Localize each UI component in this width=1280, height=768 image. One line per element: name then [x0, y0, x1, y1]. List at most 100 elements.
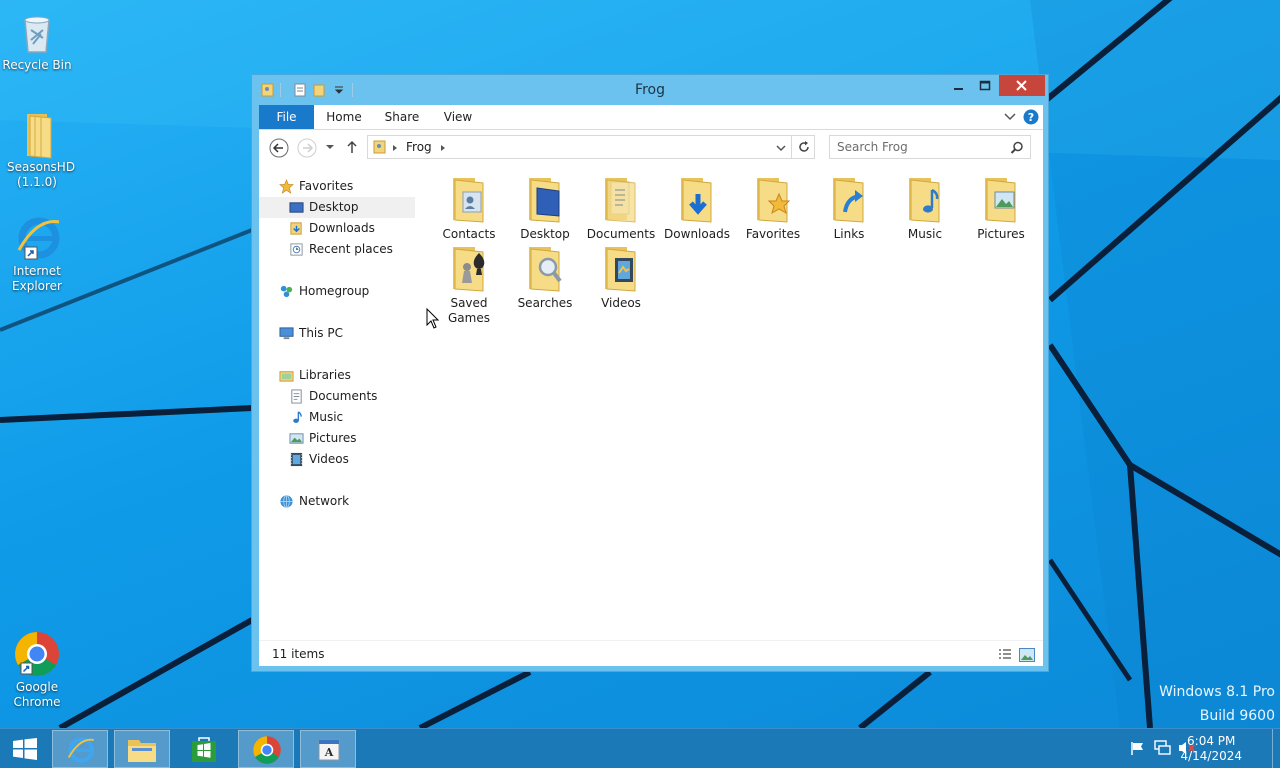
taskbar-google-chrome[interactable]	[238, 730, 294, 768]
desktop-icon-google-chrome[interactable]: Google Chrome	[0, 630, 74, 710]
window-title: Frog	[635, 82, 665, 98]
folder-item-downloads[interactable]: Downloads	[661, 174, 733, 242]
user-folder-icon	[373, 140, 386, 154]
computer-icon	[279, 327, 294, 340]
search-box[interactable]: Search Frog	[829, 135, 1031, 159]
desktop-folder-icon	[521, 174, 569, 224]
desktop-icon	[289, 202, 304, 213]
search-input[interactable]: Search Frog	[837, 140, 908, 154]
store-icon	[192, 737, 216, 762]
item-count: 11 items	[272, 647, 325, 661]
forward-button[interactable]	[297, 138, 317, 158]
large-icons-view-icon[interactable]	[1019, 647, 1035, 663]
windows-edition-watermark: Windows 8.1 Pro	[1159, 684, 1275, 700]
recent-places-icon	[290, 243, 303, 256]
folder-item-links[interactable]: Links	[813, 174, 885, 242]
contacts-folder-icon	[445, 174, 493, 224]
nav-homegroup[interactable]: Homegroup	[279, 281, 415, 302]
up-arrow-icon[interactable]	[345, 139, 359, 155]
desktop-icon-label: Google Chrome	[13, 680, 61, 709]
clock-date: 4/14/2024	[1180, 749, 1242, 763]
folder-item-documents[interactable]: Documents	[585, 174, 657, 242]
show-desktop-button[interactable]	[1272, 729, 1280, 768]
google-chrome-icon	[13, 630, 61, 678]
star-icon	[279, 179, 294, 194]
nav-library-videos[interactable]: Videos	[289, 449, 415, 470]
folder-item-contacts[interactable]: Contacts	[433, 174, 505, 242]
close-button[interactable]	[999, 75, 1045, 96]
breadcrumb-chevron-icon[interactable]	[440, 144, 446, 152]
minimize-button[interactable]	[945, 75, 971, 96]
saved-games-folder-icon	[445, 243, 493, 293]
nav-library-music[interactable]: Music	[289, 407, 415, 428]
maximize-button[interactable]	[971, 75, 999, 96]
taskbar-internet-explorer[interactable]	[52, 730, 108, 768]
nav-library-documents[interactable]: Documents	[289, 386, 415, 407]
libraries-icon	[279, 371, 294, 382]
tab-share[interactable]: Share	[379, 105, 425, 129]
help-icon[interactable]: ?	[1023, 109, 1039, 125]
google-chrome-icon	[253, 736, 281, 764]
desktop-icon-seasonshd[interactable]: SeasonsHD (1.1.0)	[0, 110, 75, 190]
details-view-icon[interactable]	[997, 648, 1013, 662]
navigation-pane: Favorites Desktop Downloads Recent place…	[259, 164, 417, 640]
desktop-icon-recycle-bin[interactable]: Recycle Bin	[0, 8, 74, 73]
address-history-icon[interactable]	[776, 144, 786, 152]
search-icon[interactable]	[1010, 141, 1024, 155]
nav-favorites-downloads[interactable]: Downloads	[289, 218, 415, 239]
minimize-icon	[954, 88, 963, 90]
nav-library-pictures[interactable]: Pictures	[289, 428, 415, 449]
folder-item-saved-games[interactable]: Saved Games	[433, 243, 505, 326]
pictures-folder-icon	[977, 174, 1025, 224]
network-status-icon[interactable]	[1154, 740, 1172, 756]
folder-item-videos[interactable]: Videos	[585, 243, 657, 311]
action-center-flag-icon[interactable]	[1129, 740, 1145, 756]
music-folder-icon	[901, 174, 949, 224]
nav-favorites[interactable]: Favorites	[279, 176, 415, 197]
nav-favorites-recent-places[interactable]: Recent places	[289, 239, 415, 260]
clock-time: 6:04 PM	[1187, 734, 1236, 748]
folder-item-music[interactable]: Music	[889, 174, 961, 242]
taskbar-file-explorer[interactable]	[114, 730, 170, 768]
downloads-icon	[290, 222, 302, 235]
nav-this-pc[interactable]: This PC	[279, 323, 415, 344]
desktop-icon-label: Internet Explorer	[12, 264, 62, 293]
taskbar-wordpad[interactable]: A	[300, 730, 356, 768]
desktop-icon-internet-explorer[interactable]: Internet Explorer	[0, 214, 74, 294]
folder-item-searches[interactable]: Searches	[509, 243, 581, 311]
back-button[interactable]	[269, 138, 289, 158]
folder-item-favorites[interactable]: Favorites	[737, 174, 809, 242]
file-list-view: Contacts Desktop Documents Downloads Fav…	[417, 164, 1043, 640]
refresh-icon	[799, 141, 809, 152]
system-clock[interactable]: 6:04 PM 4/14/2024	[1180, 734, 1242, 764]
folder-icon	[13, 110, 61, 159]
folder-item-desktop[interactable]: Desktop	[509, 174, 581, 242]
title-bar[interactable]: Frog	[252, 75, 1048, 105]
homegroup-icon	[280, 285, 293, 298]
svg-text:A: A	[324, 746, 334, 759]
searches-folder-icon	[521, 243, 569, 293]
recent-locations-icon[interactable]	[325, 143, 335, 151]
expand-ribbon-icon[interactable]	[1003, 111, 1017, 123]
tab-file[interactable]: File	[259, 105, 314, 129]
folder-item-pictures[interactable]: Pictures	[965, 174, 1037, 242]
taskbar: A 6:04 PM 4/14/2024	[0, 728, 1280, 768]
videos-folder-icon	[597, 243, 645, 293]
pictures-icon	[289, 433, 304, 444]
refresh-button[interactable]	[791, 135, 815, 159]
breadcrumb-chevron-icon[interactable]	[392, 144, 398, 152]
internet-explorer-icon	[67, 737, 95, 763]
nav-libraries[interactable]: Libraries	[279, 365, 415, 386]
tab-view[interactable]: View	[435, 105, 481, 129]
network-icon	[280, 494, 293, 509]
windows-build-watermark: Build 9600	[1199, 708, 1275, 724]
breadcrumb-segment[interactable]: Frog	[406, 140, 432, 154]
nav-favorites-desktop[interactable]: Desktop	[259, 197, 415, 218]
navigation-bar: Frog Search Frog	[259, 130, 1043, 164]
nav-network[interactable]: Network	[279, 491, 415, 512]
start-button[interactable]	[0, 730, 50, 768]
taskbar-store[interactable]	[176, 730, 232, 768]
favorites-folder-icon	[749, 174, 797, 224]
tab-home[interactable]: Home	[321, 105, 367, 129]
address-bar[interactable]: Frog	[367, 135, 815, 159]
